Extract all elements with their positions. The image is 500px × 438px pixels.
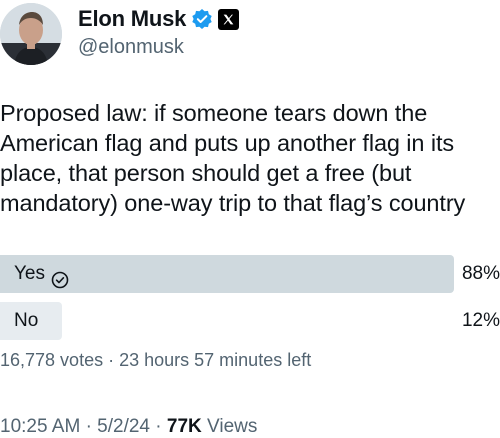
tweet-text: Proposed law: if someone tears down the …: [0, 100, 466, 216]
poll-option-no: No 12%: [0, 302, 500, 340]
views-count[interactable]: 77K: [167, 416, 202, 437]
tweet-time[interactable]: 10:25 AM: [0, 416, 80, 437]
avatar[interactable]: [0, 3, 62, 65]
verified-badge-icon[interactable]: [191, 8, 213, 30]
timestamp-separator: ·: [85, 416, 92, 437]
poll-meta: 16,778 votes · 23 hours 57 minutes left: [0, 350, 311, 371]
poll-option-yes: Yes 88%: [0, 255, 500, 293]
display-name[interactable]: Elon Musk: [78, 6, 186, 32]
check-circle-icon: [51, 265, 69, 289]
poll-time-left: 23 hours 57 minutes left: [119, 350, 312, 370]
poll-option-yes-text: Yes: [14, 263, 45, 284]
poll-option-label: No: [14, 302, 38, 340]
timestamp-separator-2: ·: [155, 416, 162, 437]
poll-option-label: Yes: [14, 255, 69, 293]
poll: Yes 88% No 12%: [0, 255, 500, 349]
poll-meta-separator: ·: [108, 350, 115, 370]
poll-option-no-text: No: [14, 310, 39, 331]
avatar-image: [0, 3, 62, 65]
author-name-row: Elon Musk: [78, 6, 240, 32]
x-logo-icon[interactable]: [218, 8, 240, 30]
poll-option-no-percent: 12%: [461, 310, 500, 331]
views-label: Views: [207, 416, 258, 437]
poll-option-yes-percent: 88%: [461, 263, 500, 284]
author-handle[interactable]: @elonmusk: [78, 36, 184, 59]
poll-votes: 16,778 votes: [0, 350, 104, 370]
tweet-date[interactable]: 5/2/24: [97, 416, 150, 437]
tweet-card: Elon Musk @elonmusk Proposed law: if som…: [0, 0, 500, 437]
